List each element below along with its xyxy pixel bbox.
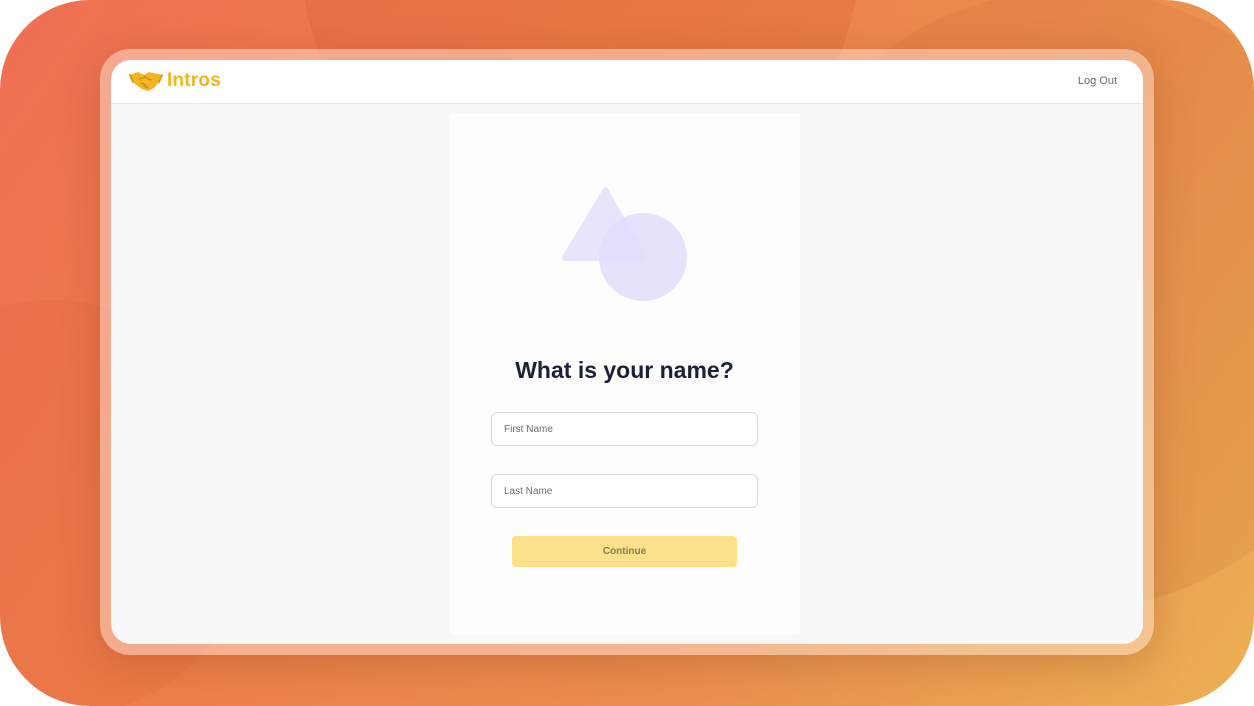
shapes-illustration-icon [562,187,687,301]
continue-button[interactable]: Continue [512,536,737,567]
backdrop: Intros Log Out What is your name? Contin… [0,0,1254,706]
brand-name: Intros [167,70,221,91]
brand-logo[interactable]: Intros [129,69,221,93]
last-name-input[interactable] [491,474,758,508]
top-navbar: Intros Log Out [111,60,1143,104]
page-title: What is your name? [515,357,734,383]
logout-link[interactable]: Log Out [1078,75,1117,87]
name-form-card: What is your name? Continue [449,113,800,635]
handshake-icon [129,72,163,91]
app-window: Intros Log Out What is your name? Contin… [111,60,1143,644]
first-name-input[interactable] [491,412,758,446]
